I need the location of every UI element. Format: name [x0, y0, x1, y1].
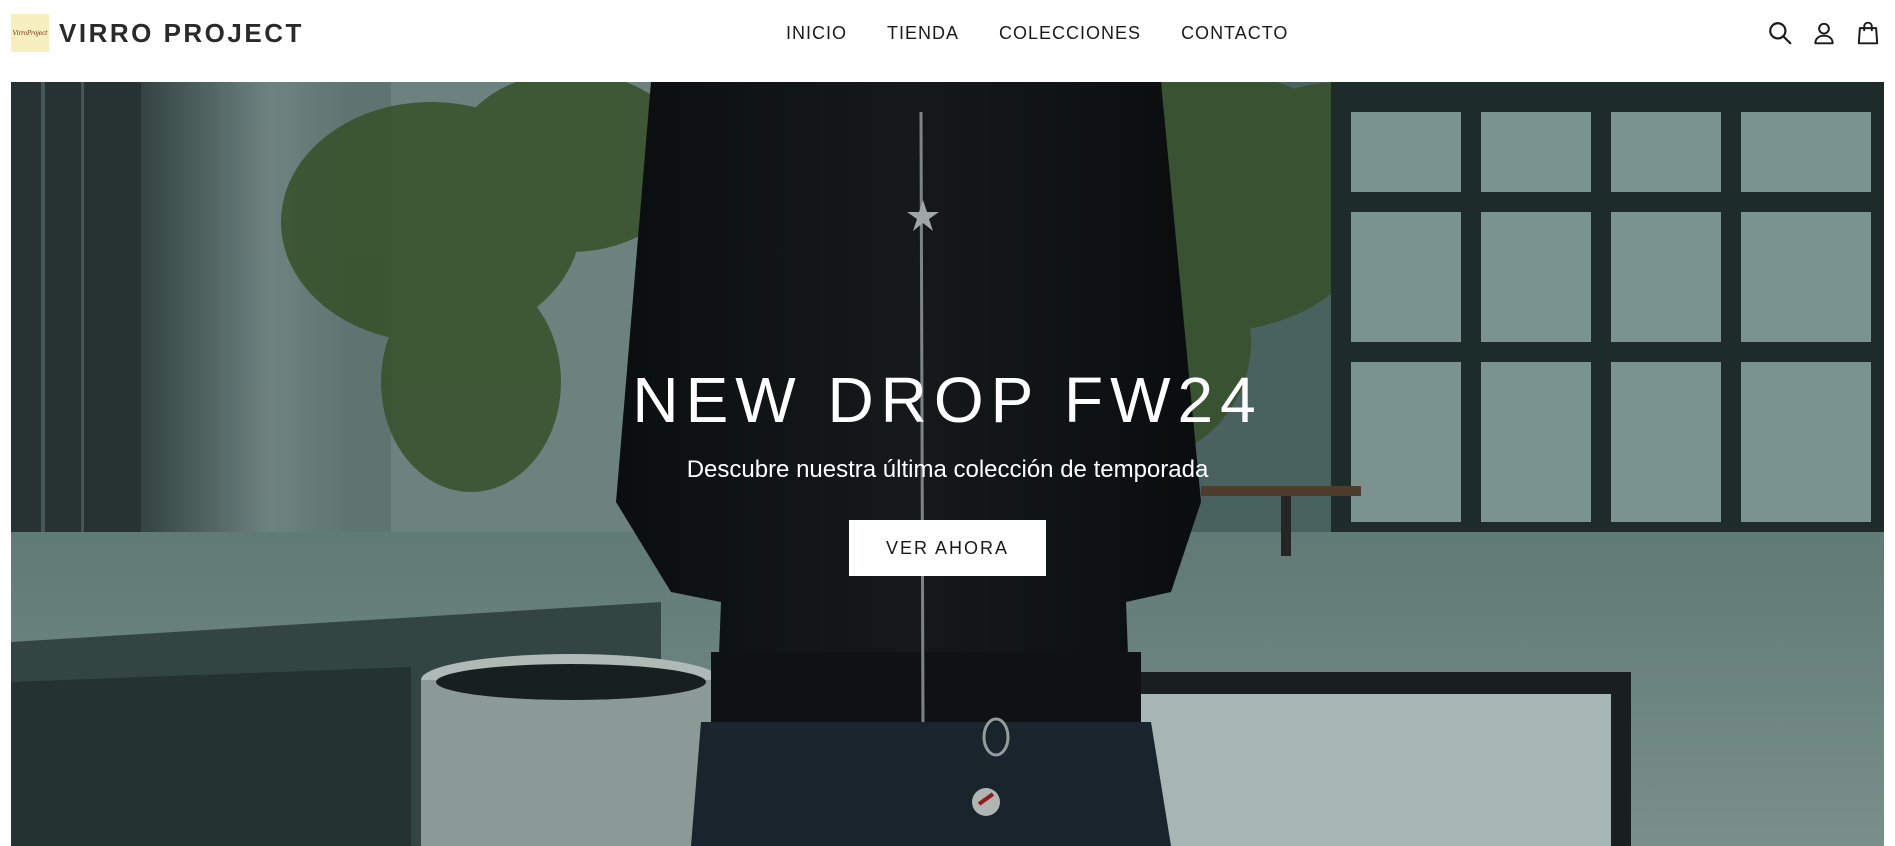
brand-logo: VirroProject [11, 14, 49, 52]
search-icon [1769, 22, 1792, 45]
search-button[interactable] [1766, 19, 1794, 47]
account-button[interactable] [1810, 19, 1838, 47]
logo-text: VirroProject [12, 29, 48, 37]
hero-banner: NEW DROP FW24 Descubre nuestra última co… [11, 82, 1884, 846]
account-icon [1814, 22, 1834, 45]
ver-ahora-button[interactable]: VER AHORA [849, 520, 1046, 576]
main-nav: INICIO TIENDA COLECCIONES CONTACTO [786, 21, 1288, 45]
hero-content: NEW DROP FW24 Descubre nuestra última co… [11, 82, 1884, 846]
hero-subtitle: Descubre nuestra última colección de tem… [686, 456, 1209, 483]
header-icons [1750, 19, 1882, 47]
brand-link[interactable]: VirroProject VIRRO PROJECT [11, 14, 304, 52]
cart-icon [1857, 21, 1879, 45]
brand-name: VIRRO PROJECT [59, 17, 304, 48]
nav-link-contacto[interactable]: CONTACTO [1181, 23, 1288, 44]
nav-link-tienda[interactable]: TIENDA [887, 23, 959, 44]
cart-button[interactable] [1854, 19, 1882, 47]
nav-link-inicio[interactable]: INICIO [786, 23, 847, 44]
hero-title: NEW DROP FW24 [632, 364, 1263, 436]
nav-link-colecciones[interactable]: COLECCIONES [999, 23, 1141, 44]
site-header: VirroProject VIRRO PROJECT INICIO TIENDA… [0, 0, 1895, 82]
